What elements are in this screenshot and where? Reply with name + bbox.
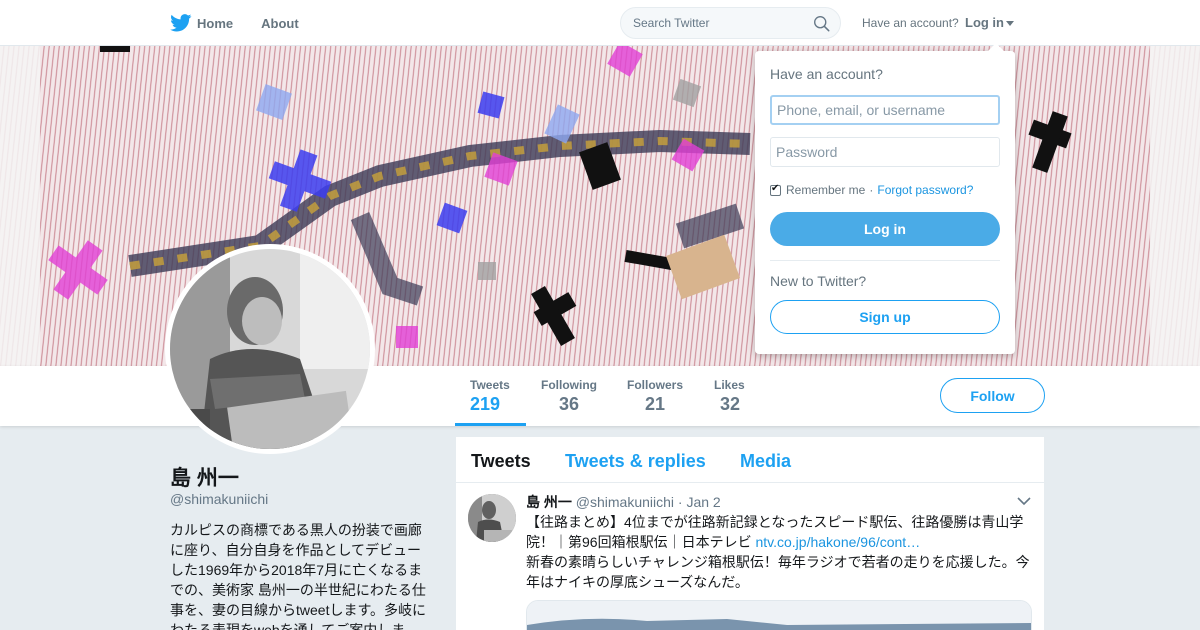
forgot-password-link[interactable]: Forgot password? <box>877 183 973 197</box>
remember-row: Remember me · Forgot password? <box>770 183 973 197</box>
stat-likes-value: 32 <box>720 394 741 414</box>
password-field[interactable] <box>770 137 1000 167</box>
stat-following-value: 36 <box>559 394 580 414</box>
new-to-twitter-text: New to Twitter? <box>770 273 867 289</box>
tweet-text: 【往路まとめ】4位までが往路新記録となったスピード駅伝、往路優勝は青山学院！｜第… <box>526 512 1031 592</box>
stat-tweets-label: Tweets <box>470 378 510 392</box>
active-stat-underline <box>455 423 526 426</box>
tweet-avatar[interactable] <box>468 494 516 542</box>
profile-name: 島 州一 <box>170 467 239 490</box>
follow-button[interactable]: Follow <box>940 378 1045 413</box>
login-dropdown-toggle[interactable]: Log in <box>965 15 1014 30</box>
search-icon[interactable] <box>813 15 830 32</box>
tab-tweets-replies[interactable]: Tweets & replies <box>565 451 706 472</box>
tab-tweets[interactable]: Tweets <box>471 451 531 472</box>
nav-about-label: About <box>261 15 299 31</box>
avatar-photo <box>170 249 370 449</box>
tweet-text-line2: 新春の素晴らしいチャレンジ箱根駅伝！毎年ラジオで若者の走りを応援した。今年はナイ… <box>526 554 1030 590</box>
stat-likes-label: Likes <box>714 378 745 392</box>
stat-tweets-value: 219 <box>470 394 501 414</box>
tweet-link-card[interactable] <box>526 600 1032 630</box>
separator-dot: · <box>869 183 874 197</box>
stat-following[interactable]: Following 36 <box>541 378 597 415</box>
dropdown-title: Have an account? <box>770 66 883 82</box>
top-navigation-bar: Home About Have an account? Log in <box>0 0 1200 46</box>
tab-media[interactable]: Media <box>740 451 791 472</box>
search-box <box>620 7 841 39</box>
dropdown-arrow <box>988 43 1004 51</box>
link-card-image <box>527 601 1031 630</box>
nav-home-label: Home <box>197 15 234 31</box>
remember-me-label[interactable]: Remember me <box>786 183 865 197</box>
dropdown-divider <box>770 260 1000 261</box>
username-field[interactable] <box>770 95 1000 125</box>
nav-about[interactable]: About <box>261 16 299 31</box>
login-dropdown: Have an account? Remember me · Forgot pa… <box>755 43 1015 354</box>
tweet-item[interactable]: 島 州一 @shimakuniichi · Jan 2 【往路まとめ】4位までが… <box>456 484 1044 630</box>
nav-left: Home About <box>170 0 327 46</box>
stat-followers-value: 21 <box>645 394 666 414</box>
profile-bio: カルピスの商標である黒人の扮装で画廊に座り、自分自身を作品としてデビューした19… <box>170 522 427 630</box>
have-account-text: Have an account? <box>862 16 959 30</box>
timeline-tabs: Tweets Tweets & replies Media <box>456 437 1044 483</box>
twitter-bird-icon <box>170 14 192 32</box>
search-input[interactable] <box>633 16 803 30</box>
stat-likes[interactable]: Likes 32 <box>714 378 745 415</box>
tweet-handle-date[interactable]: @shimakuniichi · Jan 2 <box>576 494 721 510</box>
profile-avatar[interactable] <box>165 244 375 454</box>
login-button[interactable]: Log in <box>770 212 1000 246</box>
tweet-author-name[interactable]: 島 州一 <box>526 494 572 510</box>
tweet-link[interactable]: ntv.co.jp/hakone/96/cont… <box>755 534 920 550</box>
timeline: Tweets Tweets & replies Media 島 州一 @shim… <box>456 437 1044 630</box>
stat-tweets[interactable]: Tweets 219 <box>470 378 510 415</box>
stat-followers[interactable]: Followers 21 <box>627 378 683 415</box>
stat-followers-label: Followers <box>627 378 684 392</box>
remember-me-checkbox[interactable] <box>770 183 781 196</box>
login-link-label: Log in <box>965 15 1004 30</box>
tweet-avatar-photo <box>468 494 516 542</box>
profile-handle[interactable]: @shimakuniichi <box>170 491 268 507</box>
stat-following-label: Following <box>541 378 597 392</box>
signup-button[interactable]: Sign up <box>770 300 1000 334</box>
caret-down-icon <box>1006 21 1014 27</box>
chevron-down-icon[interactable] <box>1017 496 1031 506</box>
nav-home[interactable]: Home <box>170 14 233 32</box>
tweet-header: 島 州一 @shimakuniichi · Jan 2 <box>526 492 721 512</box>
